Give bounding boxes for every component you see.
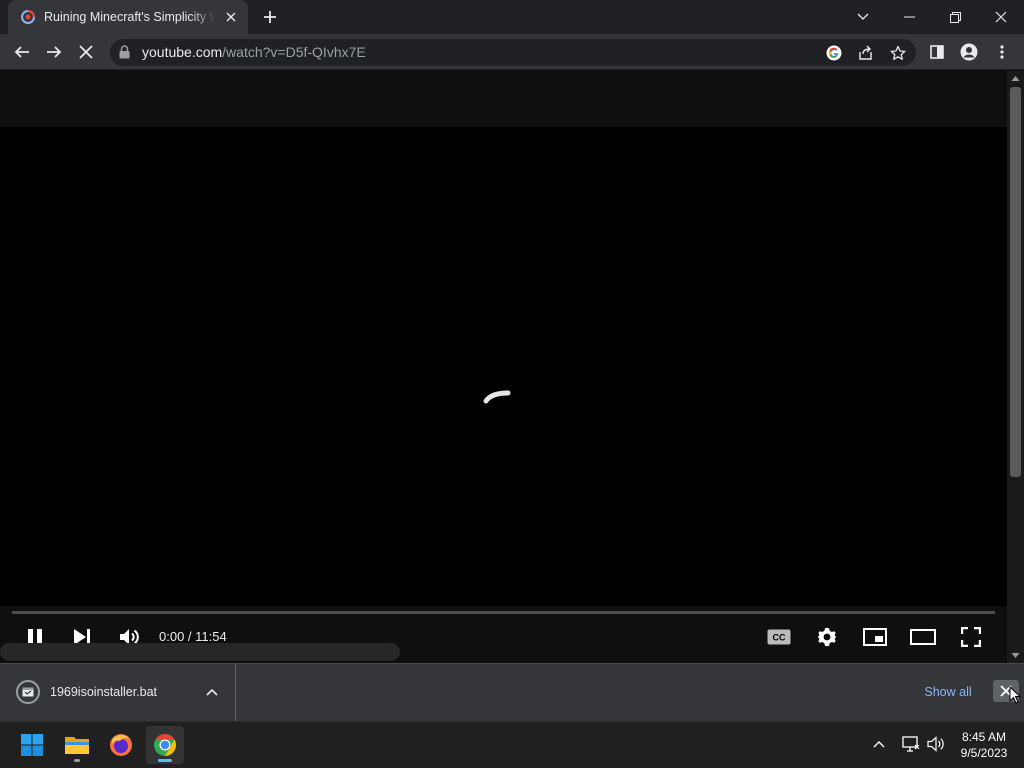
- bookmark-star-icon[interactable]: [887, 42, 909, 64]
- stop-loading-icon[interactable]: [72, 38, 100, 66]
- side-panel-icon[interactable]: [923, 38, 951, 66]
- windows-taskbar: 8:45 AM 9/5/2023: [0, 721, 1024, 768]
- download-item[interactable]: 1969isoinstaller.bat: [0, 664, 236, 721]
- theater-mode-icon[interactable]: [905, 619, 941, 655]
- app-active-indicator: [158, 759, 172, 762]
- show-hidden-icons-icon[interactable]: [869, 734, 889, 754]
- back-icon[interactable]: [8, 38, 36, 66]
- page-horizontal-scrollbar[interactable]: [0, 643, 400, 661]
- google-lens-icon[interactable]: [823, 42, 845, 64]
- browser-tab[interactable]: Ruining Minecraft's Simplicity With 1969: [8, 0, 248, 34]
- scroll-up-icon[interactable]: [1011, 74, 1020, 83]
- youtube-page: 0:00 / 11:54 CC: [0, 71, 1007, 663]
- browser-menu-icon[interactable]: [988, 38, 1016, 66]
- url-path: /watch?v=D5f-QIvhx7E: [222, 44, 366, 60]
- firefox-icon[interactable]: [102, 726, 140, 764]
- scrollbar-thumb[interactable]: [1010, 87, 1021, 477]
- address-bar[interactable]: youtube.com/watch?v=D5f-QIvhx7E: [110, 39, 916, 66]
- fullscreen-icon[interactable]: [953, 619, 989, 655]
- browser-toolbar: youtube.com/watch?v=D5f-QIvhx7E: [0, 34, 1024, 70]
- loading-favicon-icon: [20, 9, 36, 25]
- loading-spinner-icon: [480, 387, 514, 407]
- vertical-scrollbar[interactable]: [1007, 71, 1024, 663]
- share-icon[interactable]: [855, 42, 877, 64]
- url-host: youtube.com: [142, 44, 223, 60]
- mouse-cursor-icon: [1009, 686, 1021, 704]
- close-window-icon[interactable]: [978, 0, 1024, 34]
- miniplayer-icon[interactable]: [857, 619, 893, 655]
- video-player[interactable]: 0:00 / 11:54 CC: [0, 127, 1007, 647]
- url-text[interactable]: youtube.com/watch?v=D5f-QIvhx7E: [142, 44, 366, 60]
- restore-icon[interactable]: [932, 0, 978, 34]
- app-running-indicator: [74, 759, 80, 762]
- video-time: 0:00 / 11:54: [159, 629, 227, 644]
- lock-icon[interactable]: [119, 45, 130, 59]
- download-file-name: 1969isoinstaller.bat: [50, 685, 158, 699]
- settings-gear-icon[interactable]: [809, 619, 845, 655]
- batch-file-icon: [16, 680, 40, 704]
- clock-time: 8:45 AM: [961, 730, 1007, 744]
- start-icon[interactable]: [13, 726, 51, 764]
- download-shelf: 1969isoinstaller.bat Show all: [0, 663, 1024, 721]
- clock-date: 9/5/2023: [960, 746, 1008, 760]
- video-progress-bar[interactable]: [12, 611, 995, 614]
- network-icon[interactable]: [901, 734, 921, 754]
- captions-icon[interactable]: CC: [761, 619, 797, 655]
- svg-text:CC: CC: [773, 633, 786, 643]
- tab-title: Ruining Minecraft's Simplicity With 1969: [44, 10, 216, 24]
- system-clock[interactable]: 8:45 AM 9/5/2023: [950, 729, 1018, 761]
- forward-icon[interactable]: [40, 38, 68, 66]
- profile-icon[interactable]: [955, 38, 983, 66]
- scroll-down-icon[interactable]: [1011, 651, 1020, 660]
- tab-strip: Ruining Minecraft's Simplicity With 1969: [0, 0, 1024, 34]
- tab-search-icon[interactable]: [840, 0, 886, 34]
- duration: 11:54: [195, 629, 227, 644]
- file-explorer-icon[interactable]: [58, 726, 96, 764]
- chevron-up-icon[interactable]: [204, 684, 220, 700]
- current-time: 0:00: [159, 629, 185, 644]
- show-all-button[interactable]: Show all: [912, 679, 984, 705]
- minimize-icon[interactable]: [886, 0, 932, 34]
- new-tab-icon[interactable]: [259, 7, 281, 27]
- chrome-icon[interactable]: [146, 726, 184, 764]
- tab-close-icon[interactable]: [222, 8, 240, 26]
- time-separator: /: [184, 629, 196, 644]
- volume-tray-icon[interactable]: [926, 734, 946, 754]
